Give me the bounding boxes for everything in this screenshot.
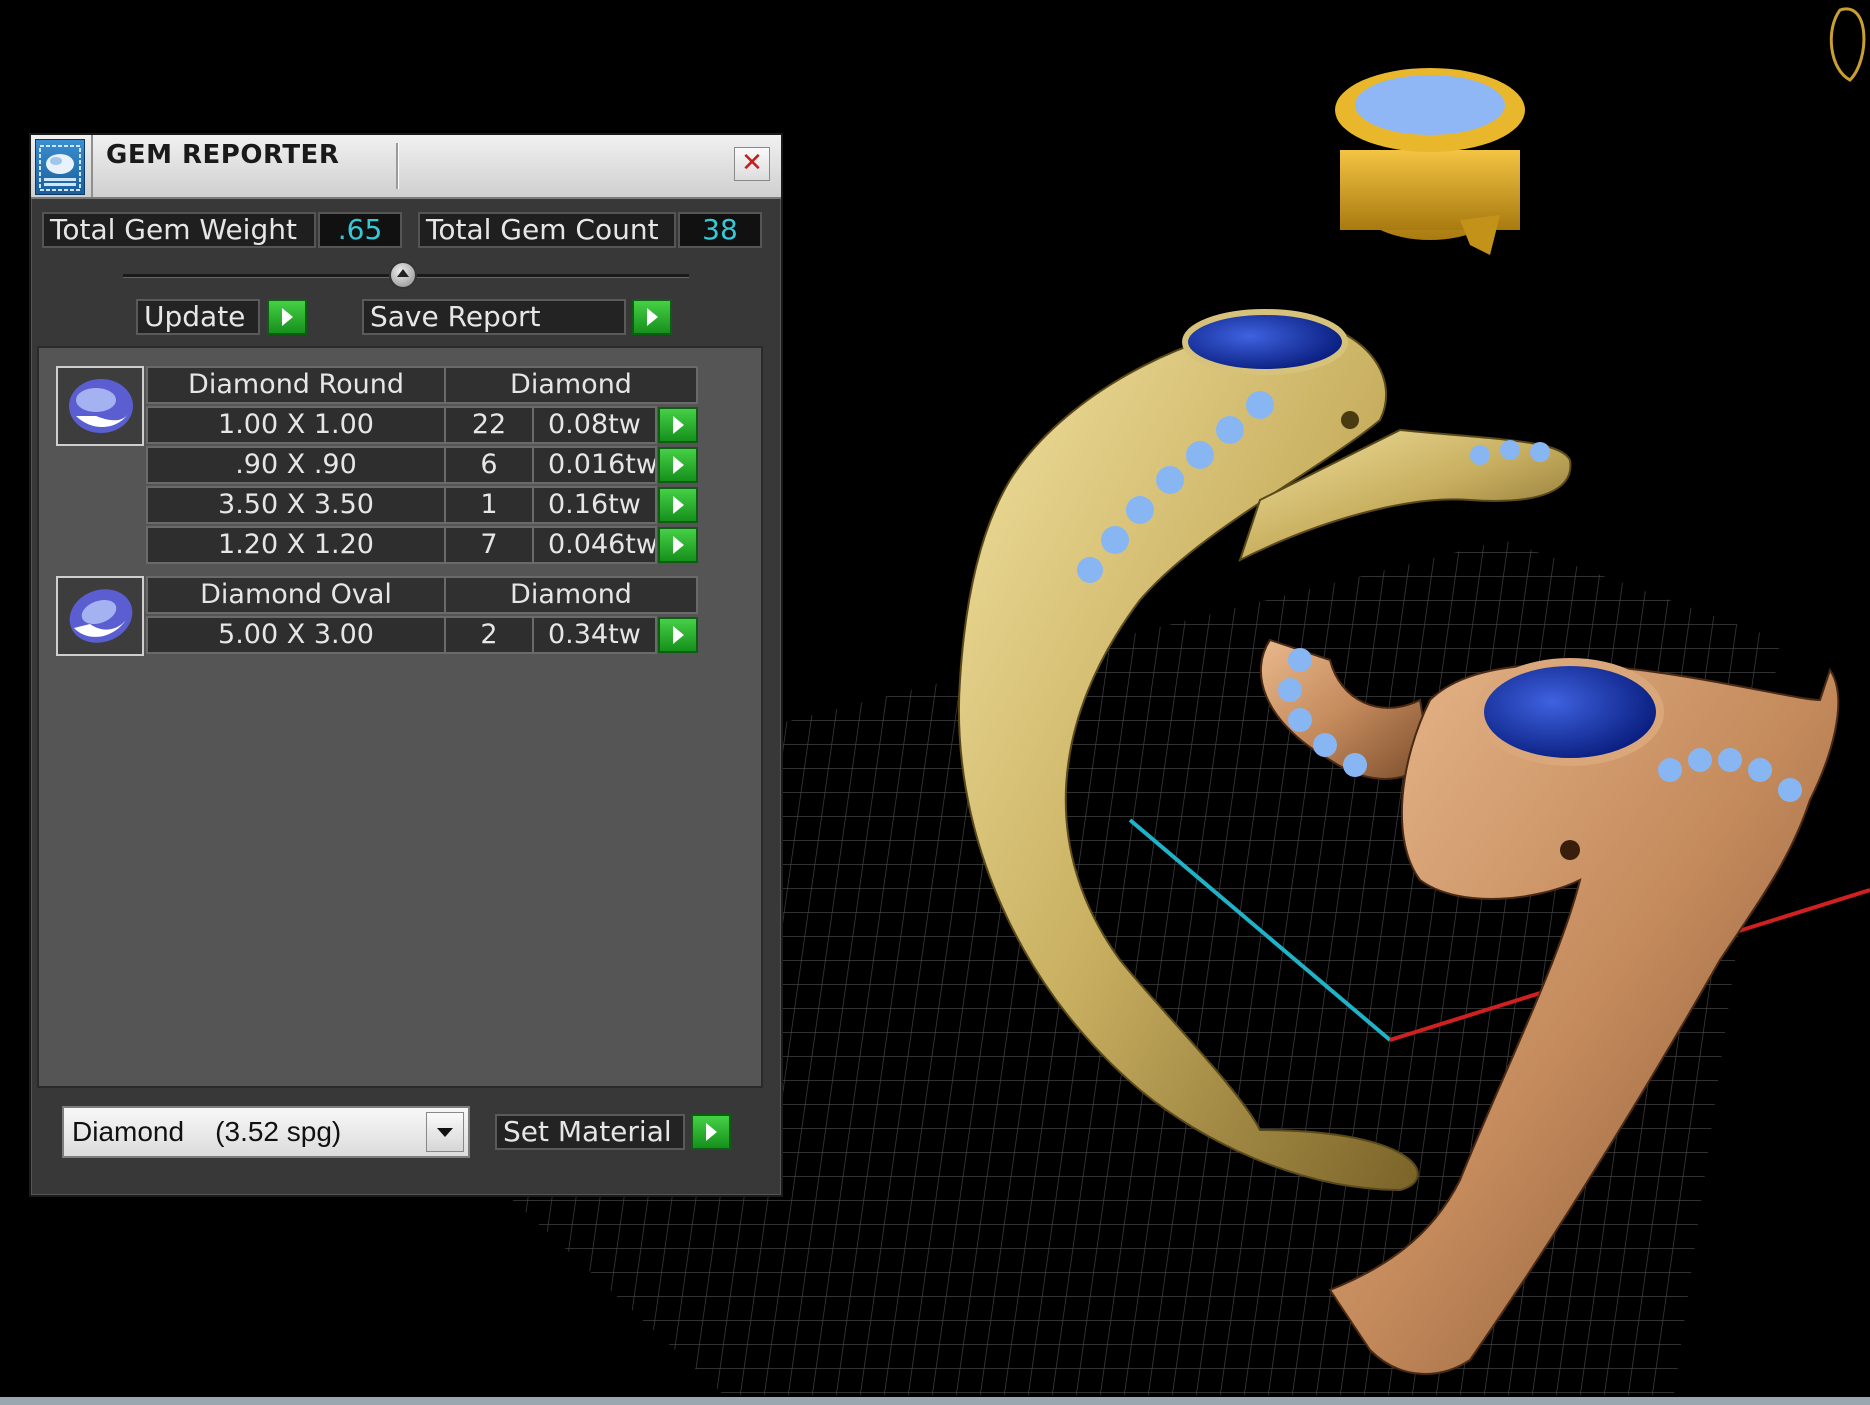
chevron-down-icon[interactable]: [426, 1112, 464, 1152]
gem-weight-cell: 0.046tw: [532, 526, 657, 564]
total-gem-weight-value: .65: [318, 212, 402, 248]
group-material-cell: Diamond: [444, 576, 698, 614]
group-name-cell: Diamond Round: [146, 366, 446, 404]
group-name-cell: Diamond Oval: [146, 576, 446, 614]
close-icon: ✕: [741, 148, 763, 178]
select-gems-button[interactable]: [658, 617, 698, 653]
update-button[interactable]: Update: [136, 299, 260, 335]
gem-size-cell: 1.20 X 1.20: [146, 526, 446, 564]
total-gem-count-value: 38: [678, 212, 762, 248]
gem-reporter-icon: [35, 139, 85, 195]
size-slider-thumb[interactable]: [389, 261, 417, 289]
gem-weight-cell: 0.34tw: [532, 616, 657, 654]
bezel-setting-model: [1335, 68, 1525, 255]
gem-weight-cell: 0.08tw: [532, 406, 657, 444]
window-title: GEM REPORTER: [106, 140, 340, 170]
gem-weight-cell: 0.16tw: [532, 486, 657, 524]
update-go-button[interactable]: [267, 299, 307, 335]
wire-model-corner: [1829, 7, 1866, 82]
title-separator: [91, 135, 93, 197]
title-divider: [396, 143, 399, 189]
gem-weight-cell: 0.016tw: [532, 446, 657, 484]
round-gem-icon: [56, 366, 144, 446]
title-bar[interactable]: GEM REPORTER ✕: [31, 135, 781, 199]
gem-count-cell: 1: [444, 486, 534, 524]
gem-reporter-panel: GEM REPORTER ✕ Total Gem Weight .65 Tota…: [29, 133, 783, 1197]
gem-size-cell: 5.00 X 3.00: [146, 616, 446, 654]
gem-size-cell: .90 X .90: [146, 446, 446, 484]
set-material-go-button[interactable]: [691, 1114, 731, 1150]
gem-count-cell: 2: [444, 616, 534, 654]
oval-gem-icon: [56, 576, 144, 656]
gem-count-cell: 22: [444, 406, 534, 444]
set-material-button[interactable]: Set Material: [495, 1114, 685, 1150]
material-dropdown-value: Diamond (3.52 spg): [72, 1116, 342, 1147]
select-gems-button[interactable]: [658, 407, 698, 443]
select-gems-button[interactable]: [658, 487, 698, 523]
material-dropdown[interactable]: Diamond (3.52 spg): [62, 1106, 470, 1158]
status-bar: [0, 1397, 1870, 1405]
close-button[interactable]: ✕: [734, 147, 770, 181]
select-gems-button[interactable]: [658, 527, 698, 563]
gem-list: Diamond Round Diamond 1.00 X 1.00 22 0.0…: [37, 346, 763, 1088]
save-report-button[interactable]: Save Report: [362, 299, 626, 335]
gem-size-cell: 1.00 X 1.00: [146, 406, 446, 444]
total-gem-count-label: Total Gem Count: [418, 212, 676, 248]
save-report-go-button[interactable]: [632, 299, 672, 335]
total-gem-weight-label: Total Gem Weight: [42, 212, 316, 248]
gem-count-cell: 7: [444, 526, 534, 564]
select-gems-button[interactable]: [658, 447, 698, 483]
gem-size-cell: 3.50 X 3.50: [146, 486, 446, 524]
gem-count-cell: 6: [444, 446, 534, 484]
group-material-cell: Diamond: [444, 366, 698, 404]
